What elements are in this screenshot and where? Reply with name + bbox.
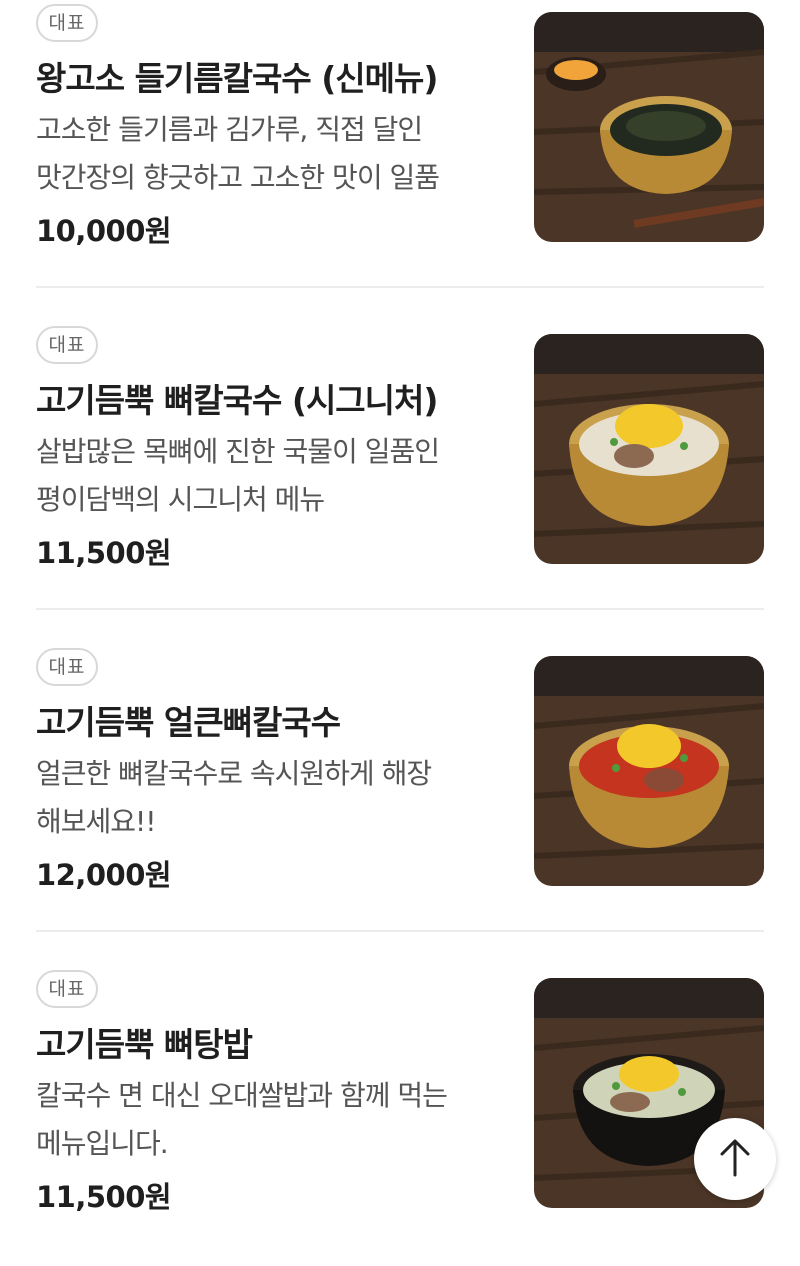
menu-description-line: 칼국수 면 대신 오대쌀밥과 함께 먹는 — [36, 1079, 448, 1112]
menu-price: 12,000원 — [36, 858, 172, 892]
menu-description-line: 해보세요!! — [36, 805, 157, 838]
menu-description-line: 고소한 들기름과 김가루, 직접 달인 — [36, 113, 423, 146]
divider — [36, 930, 764, 932]
menu-title: 고기듬뿍 뼈칼국수 (시그니처) — [36, 381, 438, 420]
menu-description: 칼국수 면 대신 오대쌀밥과 함께 먹는 메뉴입니다. — [36, 1072, 506, 1168]
menu-description-line: 살밥많은 목뼈에 진한 국물이 일품인 — [36, 435, 440, 468]
menu-item[interactable]: 대표 고기듬뿍 얼큰뼈칼국수 얼큰한 뼈칼국수로 속시원하게 해장 해보세요!!… — [0, 644, 800, 944]
menu-title: 왕고소 들기름칼국수 (신메뉴) — [36, 59, 438, 98]
menu-photo[interactable] — [534, 656, 764, 886]
menu-description: 고소한 들기름과 김가루, 직접 달인 맛간장의 향긋하고 고소한 맛이 일품 — [36, 106, 506, 202]
menu-description-line: 맛간장의 향긋하고 고소한 맛이 일품 — [36, 161, 440, 194]
menu-price: 11,500원 — [36, 536, 172, 570]
signature-badge: 대표 — [36, 970, 98, 1008]
menu-item[interactable]: 대표 고기듬뿍 뼈탕밥 칼국수 면 대신 오대쌀밥과 함께 먹는 메뉴입니다. … — [0, 966, 800, 1266]
menu-description-line: 평이담백의 시그니처 메뉴 — [36, 483, 325, 516]
menu-title: 고기듬뿍 뼈탕밥 — [36, 1025, 253, 1064]
divider — [36, 286, 764, 288]
menu-description: 살밥많은 목뼈에 진한 국물이 일품인 평이담백의 시그니처 메뉴 — [36, 428, 506, 524]
divider — [36, 608, 764, 610]
scroll-to-top-button[interactable] — [694, 1118, 776, 1200]
menu-price: 10,000원 — [36, 214, 172, 248]
menu-item[interactable]: 대표 고기듬뿍 뼈칼국수 (시그니처) 살밥많은 목뼈에 진한 국물이 일품인 … — [0, 322, 800, 622]
signature-badge: 대표 — [36, 648, 98, 686]
signature-badge: 대표 — [36, 4, 98, 42]
menu-photo[interactable] — [534, 12, 764, 242]
menu-price: 11,500원 — [36, 1180, 172, 1214]
signature-badge: 대표 — [36, 326, 98, 364]
menu-description-line: 얼큰한 뼈칼국수로 속시원하게 해장 — [36, 757, 432, 790]
menu-description: 얼큰한 뼈칼국수로 속시원하게 해장 해보세요!! — [36, 750, 506, 846]
menu-description-line: 메뉴입니다. — [36, 1127, 169, 1160]
menu-photo[interactable] — [534, 334, 764, 564]
menu-item[interactable]: 대표 왕고소 들기름칼국수 (신메뉴) 고소한 들기름과 김가루, 직접 달인 … — [0, 0, 800, 300]
arrow-up-icon — [718, 1137, 752, 1181]
menu-title: 고기듬뿍 얼큰뼈칼국수 — [36, 703, 341, 742]
